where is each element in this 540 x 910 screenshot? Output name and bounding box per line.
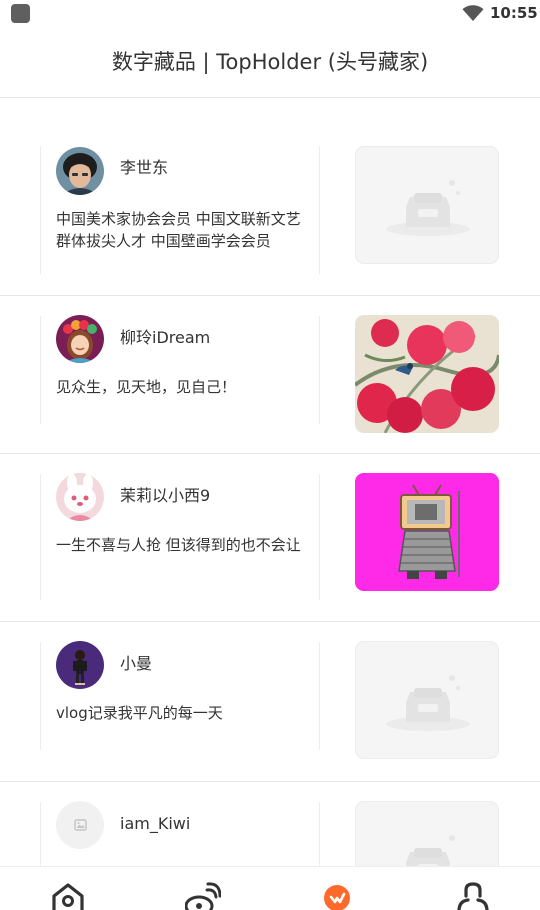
holder-name[interactable]: 柳玲iDream <box>120 327 210 349</box>
divider-line <box>319 474 320 600</box>
holder-bio: 见众生，见天地，见自己！ <box>56 378 237 396</box>
robot-warrior-artwork-icon <box>355 473 499 591</box>
divider-line <box>319 642 320 750</box>
bottom-tab-bar <box>0 866 540 910</box>
divider-line <box>319 146 320 274</box>
divider-line <box>319 802 320 868</box>
artwork-thumbnail[interactable] <box>355 146 499 264</box>
holder-feed[interactable]: 李世东 中国美术家协会会员 中国文联新文艺群体拔尖人才 中国壁画学会会员 柳玲i… <box>0 98 540 868</box>
divider-line <box>319 316 320 424</box>
wifi-icon <box>462 5 484 21</box>
flower-bird-painting-icon <box>355 315 499 433</box>
artwork-thumbnail[interactable] <box>355 641 499 759</box>
artwork-thumbnail[interactable] <box>355 473 499 591</box>
holder-card[interactable]: 茉莉以小西9 一生不喜与人抢 但该得到的也不会让 <box>0 454 540 622</box>
status-time: 10:55 <box>490 4 538 22</box>
avatar[interactable] <box>56 473 104 521</box>
artwork-thumbnail[interactable] <box>355 801 499 868</box>
holder-bio: 一生不喜与人抢 但该得到的也不会让 <box>56 536 301 554</box>
divider-line <box>40 146 41 274</box>
holder-bio: 中国美术家协会会员 中国文联新文艺群体拔尖人才 中国壁画学会会员 <box>56 210 301 250</box>
avatar-bunny-hat-icon <box>56 473 104 521</box>
app-header: 数字藏品 | TopHolder (头号藏家) <box>0 28 540 98</box>
divider-line <box>40 802 41 868</box>
image-placeholder-icon <box>386 675 470 731</box>
holder-card[interactable]: iam_Kiwi <box>0 782 540 868</box>
avatar[interactable] <box>56 147 104 195</box>
divider-line <box>40 642 41 750</box>
brand-orange-icon <box>324 885 350 910</box>
avatar-figure-purple-icon <box>56 641 104 689</box>
profile-icon <box>457 882 489 910</box>
artwork-thumbnail[interactable] <box>355 315 499 433</box>
holder-card[interactable]: 李世东 中国美术家协会会员 中国文联新文艺群体拔尖人才 中国壁画学会会员 <box>0 98 540 296</box>
app-notification-icon <box>11 4 30 23</box>
avatar-girl-flower-crown-icon <box>56 315 104 363</box>
weibo-icon <box>185 882 221 910</box>
avatar[interactable] <box>56 641 104 689</box>
holder-name[interactable]: 茉莉以小西9 <box>120 485 210 507</box>
divider-line <box>40 316 41 424</box>
status-bar: 10:55 <box>0 0 540 28</box>
avatar[interactable] <box>56 801 104 849</box>
holder-name[interactable]: 李世东 <box>120 157 168 179</box>
home-icon <box>52 883 84 910</box>
holder-name[interactable]: iam_Kiwi <box>120 813 190 835</box>
avatar[interactable] <box>56 315 104 363</box>
holder-card[interactable]: 小曼 vlog记录我平凡的每一天 <box>0 622 540 782</box>
avatar-photo-man-icon <box>56 147 104 195</box>
holder-card[interactable]: 柳玲iDream 见众生，见天地，见自己！ <box>0 296 540 454</box>
tab-home[interactable] <box>0 867 135 910</box>
divider-line <box>40 474 41 600</box>
tab-weibo[interactable] <box>135 867 270 910</box>
holder-name[interactable]: 小曼 <box>120 653 152 675</box>
holder-bio: vlog记录我平凡的每一天 <box>56 704 223 722</box>
tab-profile[interactable] <box>405 867 540 910</box>
image-placeholder-icon <box>386 180 470 236</box>
page-title: 数字藏品 | TopHolder (头号藏家) <box>111 50 429 74</box>
tab-discover[interactable] <box>270 867 405 910</box>
image-placeholder-icon <box>406 835 455 868</box>
image-placeholder-icon <box>74 819 87 831</box>
